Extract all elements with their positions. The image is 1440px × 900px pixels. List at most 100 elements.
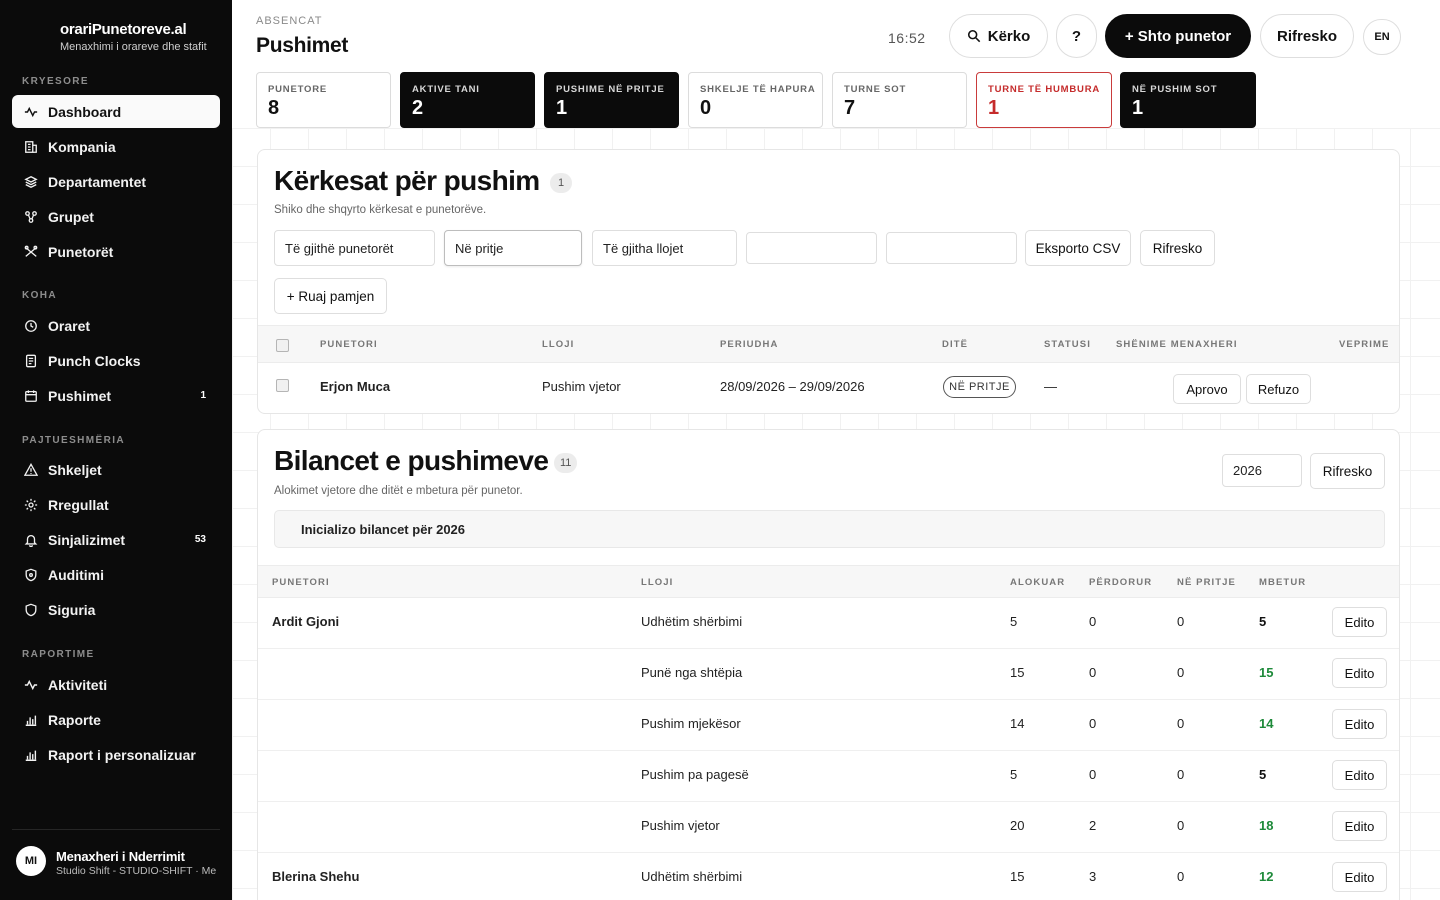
balance-pending: 0 [1177,818,1185,833]
stat-card[interactable]: TURNE SOT 7 [832,72,967,128]
sidebar-item-shkeljet[interactable]: Shkeljet [12,453,220,486]
sidebar-item-punetoret[interactable]: Punetorët [12,235,220,268]
balance-allocated: 15 [1010,869,1025,884]
edit-button[interactable]: Edito [1332,862,1387,892]
year-input[interactable]: 2026 [1222,454,1302,487]
sidebar-item-label: Aktiviteti [48,676,108,693]
request-employee: Erjon Muca [320,379,391,394]
column-header[interactable]: NË PRITJE [1177,577,1236,588]
leave-requests-card: Kërkesat për pushim 1 Shiko dhe shqyrto … [257,149,1400,414]
reject-button[interactable]: Refuzo [1246,374,1311,404]
stat-card[interactable]: PUSHIME NË PRITJE 1 [544,72,679,128]
export-csv-button[interactable]: Eksporto CSV [1025,230,1131,266]
balance-remaining: 5 [1259,614,1267,629]
status-filter[interactable]: Në pritje [444,230,582,266]
stat-card[interactable]: AKTIVE TANI 2 [400,72,535,128]
balances-refresh-button[interactable]: Rifresko [1310,453,1385,489]
search-button[interactable]: Kërko [949,14,1048,58]
column-header[interactable]: VEPRIME [1339,339,1389,350]
type-filter[interactable]: Të gjitha llojet [592,230,737,266]
balance-used: 3 [1089,869,1097,884]
column-header[interactable]: ALOKUAR [1010,577,1065,588]
edit-button[interactable]: Edito [1332,658,1387,688]
help-button[interactable]: ? [1056,14,1097,58]
table-row: Pushim mjekësor 14 0 0 14 Edito [258,700,1399,751]
stat-card[interactable]: SHKELJE TË HAPURA 0 [688,72,823,128]
column-header[interactable]: PËRDORUR [1089,577,1152,588]
initialize-balances-button[interactable]: Inicializo bilancet për 2026 [274,510,1385,548]
sidebar-item-siguria[interactable]: Siguria [12,593,220,626]
sidebar-item-kompania[interactable]: Kompania [12,130,220,163]
stat-card[interactable]: TURNE TË HUMBURA 1 [976,72,1112,128]
stat-label: NË PUSHIM SOT [1132,84,1218,95]
brand-subtitle: Menaxhimi i orareve dhe stafit [60,41,207,53]
balance-remaining: 18 [1259,818,1274,833]
stat-card[interactable]: NË PUSHIM SOT 1 [1120,72,1256,128]
main-content: ABSENCAT Pushimet 16:52 Kërko ? + Shto p… [232,0,1440,900]
column-header[interactable]: DITË [942,339,968,350]
add-employee-button[interactable]: + Shto punetor [1105,14,1251,58]
approve-button[interactable]: Aprovo [1173,374,1241,404]
sidebar-item-pushimet[interactable]: Pushimet 1 [12,379,220,412]
language-toggle[interactable]: EN [1363,19,1401,55]
sinjalizimet-badge: 53 [194,534,206,545]
edit-button[interactable]: Edito [1332,760,1387,790]
column-header[interactable]: PUNETORI [320,339,378,350]
date-from-input[interactable] [746,232,877,264]
column-header[interactable]: PERIUDHA [720,339,778,350]
column-header[interactable]: PUNETORI [272,577,330,588]
column-header[interactable]: LLOJI [542,339,574,350]
column-header[interactable]: STATUSI [1044,339,1091,350]
sidebar-item-grupet[interactable]: Grupet [12,200,220,233]
sidebar-item-label: Oraret [48,317,91,334]
page-eyebrow: ABSENCAT [256,15,323,27]
sidebar-item-dashboard[interactable]: Dashboard [12,95,220,128]
layers-icon [24,175,38,189]
stat-value: 7 [844,97,856,119]
sidebar-item-rregullat[interactable]: Rregullat [12,488,220,521]
sidebar-item-sinjalizimet[interactable]: Sinjalizimet 53 [12,523,220,556]
bar-chart-icon [24,748,38,762]
date-to-input[interactable] [886,232,1017,264]
sidebar-item-auditimi[interactable]: Auditimi [12,558,220,591]
edit-button[interactable]: Edito [1332,811,1387,841]
employee-filter[interactable]: Të gjithë punetorët [274,230,435,266]
stat-value: 2 [412,97,424,119]
sidebar-item-raporte[interactable]: Raporte [12,703,220,736]
sidebar-item-aktiviteti[interactable]: Aktiviteti [12,668,220,701]
balance-pending: 0 [1177,869,1185,884]
edit-button[interactable]: Edito [1332,709,1387,739]
balance-allocated: 5 [1010,614,1018,629]
gear-icon [24,498,38,512]
section-reports: RAPORTIME [22,649,95,660]
bell-icon [24,533,38,547]
sidebar-item-departamentet[interactable]: Departamentet [12,165,220,198]
user-profile[interactable]: MI Menaxheri i Nderrimit Studio Shift - … [12,829,220,877]
balance-type: Udhëtim shërbimi [641,869,743,884]
stat-value: 1 [1132,97,1144,119]
balance-pending: 0 [1177,716,1185,731]
brand[interactable]: orariPunetoreve.al Menaxhimi i orareve d… [60,21,207,53]
balance-type: Udhëtim shërbimi [641,614,743,629]
column-header[interactable]: LLOJI [641,577,673,588]
row-checkbox[interactable] [276,379,289,392]
requests-title: Kërkesat për pushim [274,165,540,196]
sidebar-item-label: Pushimet [48,387,112,404]
sidebar-item-punch-clocks[interactable]: Punch Clocks [12,344,220,377]
balance-remaining: 14 [1259,716,1274,731]
column-header[interactable]: SHËNIME MENAXHERI [1116,339,1238,350]
balance-remaining: 15 [1259,665,1274,680]
sidebar-item-label: Punch Clocks [48,352,141,369]
status-badge: NË PRITJE [943,376,1016,398]
refresh-button[interactable]: Rifresko [1260,14,1354,58]
avatar: MI [16,846,46,876]
column-header[interactable]: MBETUR [1259,577,1306,588]
requests-refresh-button[interactable]: Rifresko [1140,230,1215,266]
sidebar-item-oraret[interactable]: Oraret [12,309,220,342]
section-compliance: PAJTUESHMËRIA [22,435,126,446]
sidebar-item-raport-personalizuar[interactable]: Raport i personalizuar [12,738,220,771]
edit-button[interactable]: Edito [1332,607,1387,637]
stat-card[interactable]: PUNETORE 8 [256,72,391,128]
select-all-checkbox[interactable] [276,339,289,352]
save-view-button[interactable]: + Ruaj pamjen [274,278,387,314]
